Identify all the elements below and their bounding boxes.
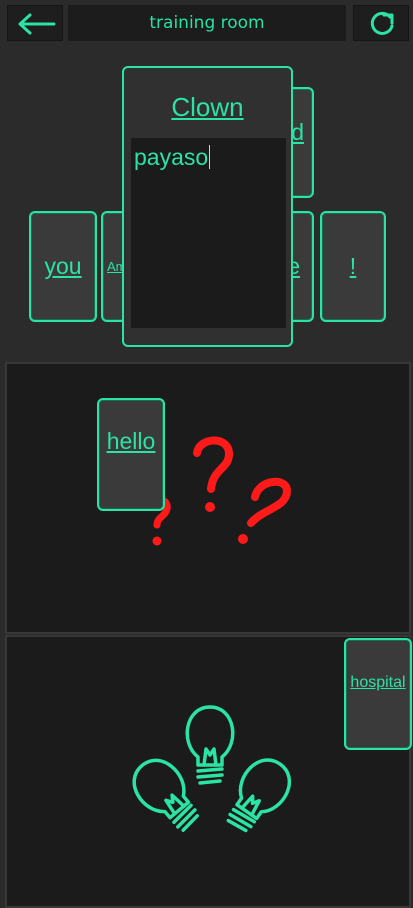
lightbulbs-icon bbox=[132, 705, 292, 833]
refresh-button[interactable] bbox=[353, 5, 409, 41]
arrow-left-icon bbox=[18, 13, 56, 35]
word-card-label: hospital bbox=[350, 674, 406, 691]
middle-panel: hello bbox=[5, 362, 411, 634]
word-card-exclamation[interactable]: ! bbox=[320, 211, 386, 322]
word-card-label: ! bbox=[349, 253, 357, 279]
word-popup-card[interactable]: Clown payaso bbox=[122, 66, 293, 347]
translation-input-value: payaso bbox=[134, 144, 209, 170]
translation-input[interactable]: payaso bbox=[131, 138, 286, 328]
text-caret bbox=[209, 145, 211, 169]
word-card-you[interactable]: you bbox=[29, 211, 97, 322]
page-title: training room bbox=[68, 5, 346, 41]
bottom-panel: hospital bbox=[5, 635, 412, 908]
word-card-label: hello bbox=[106, 428, 156, 454]
word-card-label: you bbox=[44, 253, 82, 279]
popup-title: Clown bbox=[171, 92, 244, 122]
word-card-hello[interactable]: hello bbox=[97, 398, 165, 511]
refresh-icon bbox=[370, 11, 394, 35]
word-card-hospital[interactable]: hospital bbox=[344, 638, 412, 750]
word-card-label: d bbox=[291, 119, 304, 145]
back-button[interactable] bbox=[7, 5, 63, 41]
